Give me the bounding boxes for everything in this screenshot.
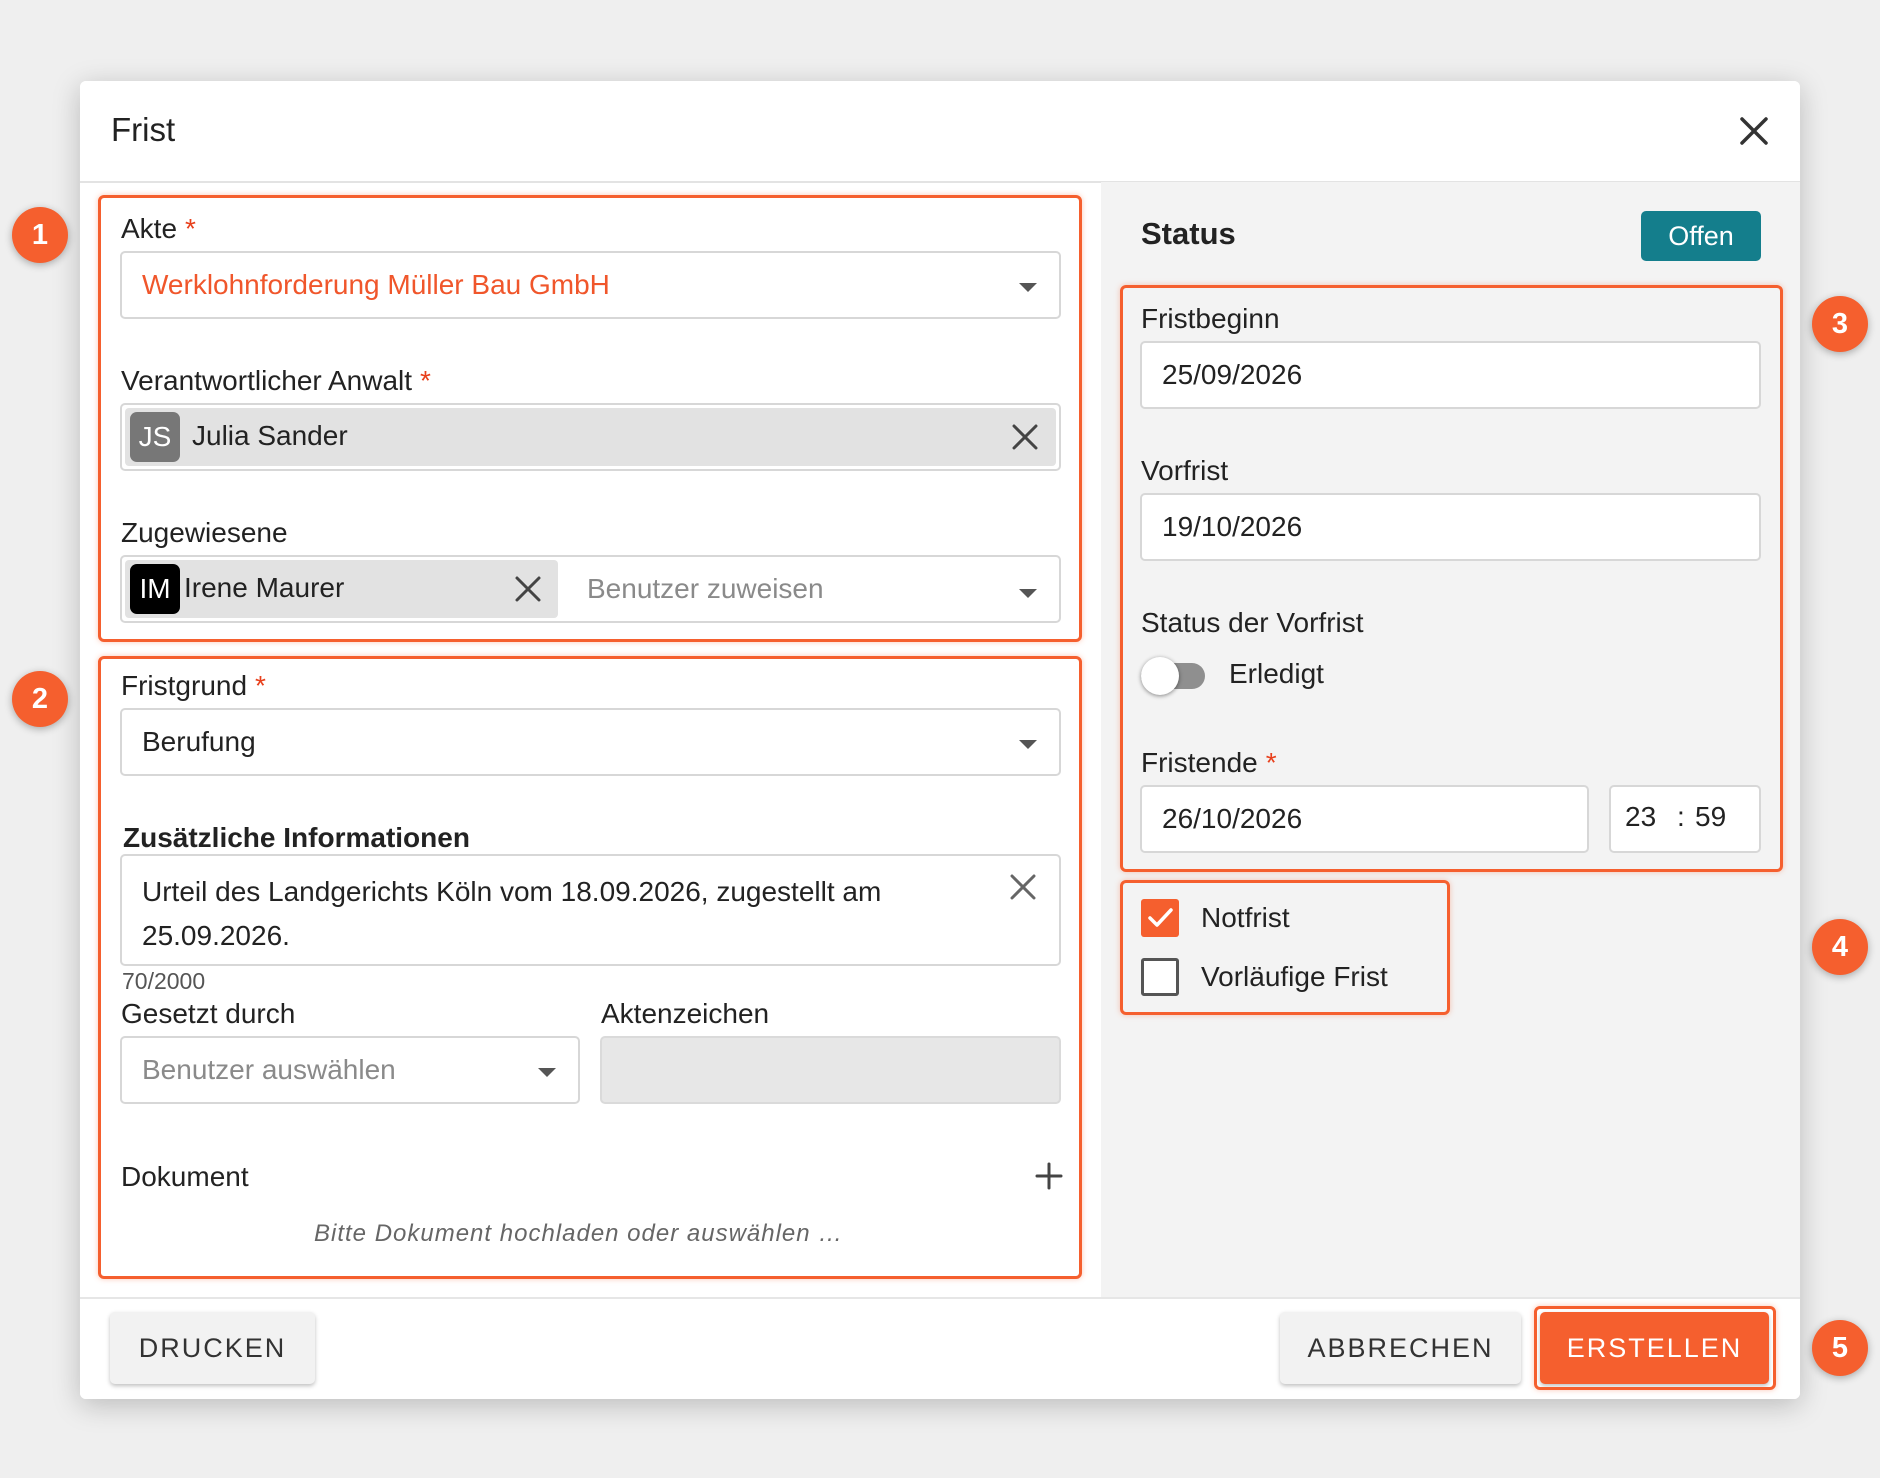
marker-1: 1 [12, 207, 68, 263]
marker-5: 5 [1812, 1320, 1868, 1376]
highlight-box-2 [98, 656, 1082, 1279]
marker-2: 2 [12, 671, 68, 727]
close-icon[interactable] [1734, 111, 1774, 151]
print-button[interactable]: DRUCKEN [110, 1312, 315, 1384]
marker-3: 3 [1812, 296, 1868, 352]
highlight-box-3 [1120, 285, 1783, 872]
dialog-title: Frist [111, 111, 176, 148]
highlight-box-4 [1120, 880, 1450, 1015]
dialog-header: Frist [80, 81, 1800, 183]
status-badge: Offen [1641, 211, 1761, 261]
status-title: Status [1141, 216, 1236, 251]
marker-4: 4 [1812, 919, 1868, 975]
highlight-box-1 [98, 195, 1082, 642]
highlight-box-5 [1534, 1306, 1776, 1390]
cancel-button[interactable]: ABBRECHEN [1280, 1312, 1521, 1384]
